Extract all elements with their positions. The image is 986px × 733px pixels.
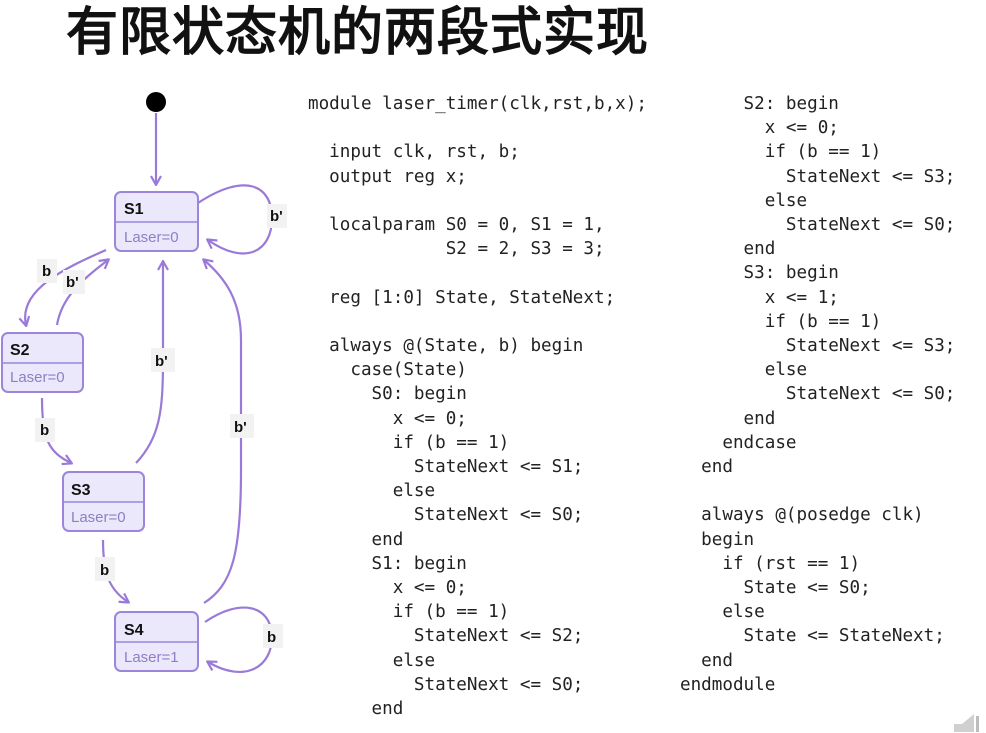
svg-text:b': b' — [270, 208, 283, 225]
state-s4: S4 Laser=1 — [114, 611, 199, 672]
edge-s1-self — [197, 184, 274, 255]
edge-label-s1-self: b' — [267, 204, 287, 228]
svg-text:S1: S1 — [124, 201, 144, 218]
edge-label-s4-self: b — [263, 624, 283, 648]
state-diagram: b' b b' b b' b b' b S1 Laser=0 S2 Laser=… — [1, 92, 287, 673]
svg-text:S2: S2 — [10, 342, 30, 359]
edge-label-s4-to-s1: b' — [230, 414, 254, 438]
edge-label-s2-to-s1: b' — [63, 270, 85, 294]
state-s3: S3 Laser=0 — [62, 471, 145, 532]
svg-text:S3: S3 — [71, 482, 91, 499]
edge-label-s1-to-s2: b — [37, 259, 57, 283]
speaker-icon[interactable] — [952, 710, 982, 732]
svg-text:b: b — [100, 562, 109, 579]
state-s1: S1 Laser=0 — [114, 191, 199, 252]
state-s2: S2 Laser=0 — [1, 332, 84, 393]
svg-text:Laser=0: Laser=0 — [124, 229, 179, 246]
edge-s4-self — [204, 606, 274, 673]
verilog-code-right: S2: begin x <= 0; if (b == 1) StateNext … — [680, 94, 956, 695]
svg-text:b: b — [40, 422, 49, 439]
svg-text:b: b — [42, 263, 51, 280]
svg-text:S4: S4 — [124, 622, 144, 639]
svg-text:b': b' — [234, 419, 247, 436]
svg-text:Laser=0: Laser=0 — [10, 369, 65, 386]
svg-text:b': b' — [155, 353, 168, 370]
initial-state-dot — [146, 92, 166, 112]
svg-text:b': b' — [66, 274, 79, 291]
svg-text:Laser=1: Laser=1 — [124, 649, 179, 666]
edge-label-s2-to-s3: b — [35, 418, 55, 442]
edge-label-s3-to-s1: b' — [151, 348, 175, 372]
verilog-code-left: module laser_timer(clk,rst,b,x); input c… — [308, 94, 647, 720]
edge-label-s3-to-s4: b — [95, 557, 115, 581]
svg-text:Laser=0: Laser=0 — [71, 509, 126, 526]
svg-text:b: b — [267, 629, 276, 646]
